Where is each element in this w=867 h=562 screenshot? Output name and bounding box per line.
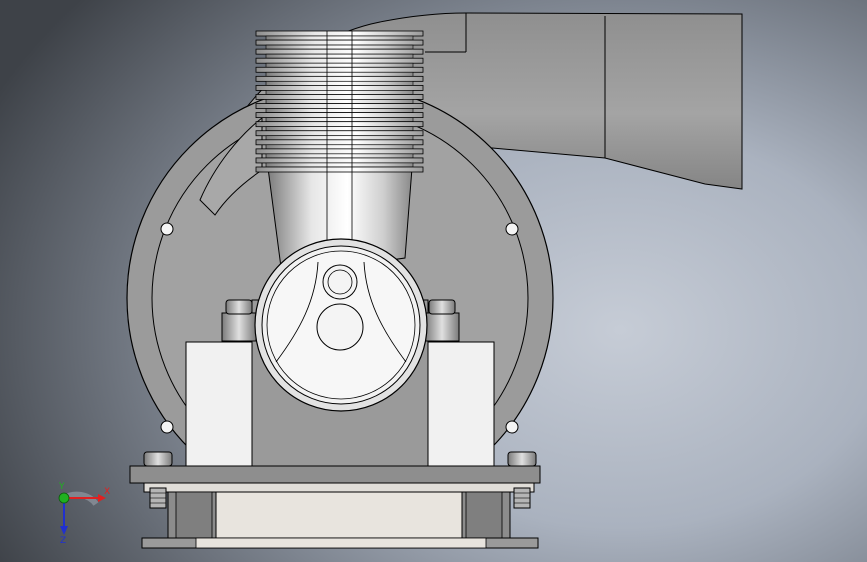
cooling-fin bbox=[255, 48, 424, 55]
fin-gap bbox=[265, 108, 414, 113]
fin-gap bbox=[265, 126, 414, 132]
crank-pin-lower bbox=[316, 303, 364, 351]
crank-cover[interactable] bbox=[254, 238, 428, 412]
cooling-fin bbox=[255, 139, 424, 146]
y-axis-dot bbox=[58, 492, 70, 504]
cooling-fin bbox=[255, 30, 424, 37]
head-bolt-right[interactable] bbox=[424, 299, 460, 342]
cooling-fin bbox=[255, 148, 424, 155]
fin-gap bbox=[265, 99, 414, 104]
right-mount-block bbox=[427, 341, 495, 483]
y-axis-label: Y bbox=[58, 482, 65, 492]
fin-gap bbox=[265, 81, 414, 86]
cooling-fins[interactable] bbox=[255, 30, 424, 173]
flange-bolt-hole bbox=[160, 420, 174, 434]
cooling-fin bbox=[255, 75, 424, 82]
cooling-fin bbox=[255, 157, 424, 164]
cooling-fin bbox=[255, 39, 424, 46]
fin-gap bbox=[265, 53, 414, 59]
head-bolt-left[interactable] bbox=[221, 299, 257, 342]
cooling-fin bbox=[255, 121, 424, 128]
flange-bolt-hole bbox=[505, 420, 519, 434]
fin-gap bbox=[265, 44, 414, 50]
fin-gap bbox=[265, 117, 414, 122]
cooling-fin bbox=[255, 66, 424, 73]
fin-gap bbox=[265, 135, 414, 141]
flange-bolt-hole bbox=[160, 222, 174, 236]
axis-triad: X Y Z bbox=[58, 482, 110, 544]
z-axis-head bbox=[60, 526, 68, 535]
cooling-fin bbox=[255, 57, 424, 64]
fin-gap bbox=[265, 62, 414, 68]
cooling-fin bbox=[255, 166, 424, 173]
cooling-fin bbox=[255, 94, 424, 100]
fin-gap bbox=[265, 90, 414, 95]
fin-gap bbox=[265, 71, 414, 77]
fin-gap bbox=[265, 153, 414, 159]
cad-viewport[interactable] bbox=[0, 0, 867, 562]
z-axis-label: Z bbox=[60, 536, 66, 544]
base-plate[interactable] bbox=[129, 465, 541, 549]
cooling-fin bbox=[255, 130, 424, 137]
left-mount-block bbox=[185, 341, 253, 483]
cooling-fin bbox=[255, 103, 424, 109]
fin-gap bbox=[265, 144, 414, 150]
fin-gap bbox=[265, 35, 414, 41]
flange-bolt-hole bbox=[505, 222, 519, 236]
cooling-fin bbox=[255, 85, 424, 91]
x-axis-label: X bbox=[104, 487, 110, 497]
fin-gap bbox=[265, 162, 414, 168]
cooling-fin bbox=[255, 112, 424, 118]
